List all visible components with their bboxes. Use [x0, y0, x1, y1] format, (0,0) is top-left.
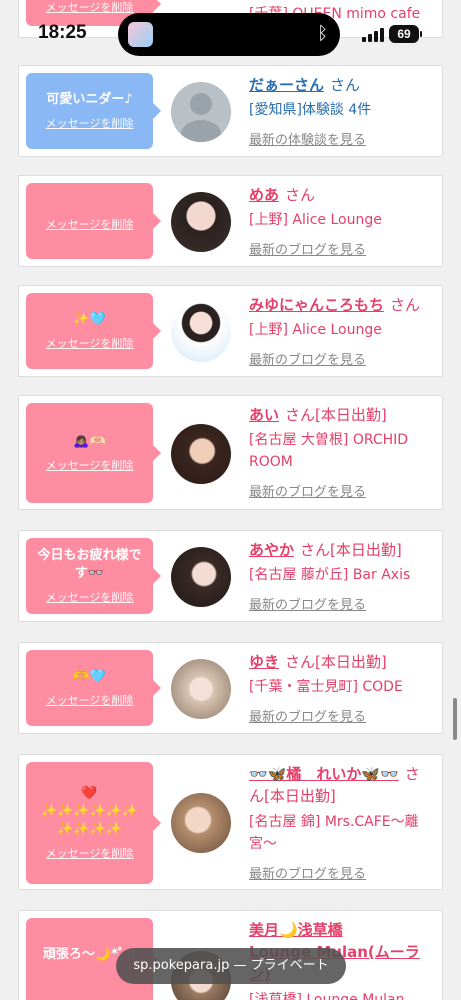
card-info: 👓🦋橘 れいか🦋👓 さん[本日出勤] [名古屋 錦] Mrs.CAFE〜離宮〜 最…	[249, 763, 434, 882]
message-bubble: 🙇🏽‍♀️🫶🏻 メッセージを削除	[26, 403, 161, 503]
avatar[interactable]	[171, 547, 231, 607]
user-name[interactable]: あやか	[249, 541, 294, 559]
card-info: みゆにゃんころもち さん [上野] Alice Lounge 最新のブログを見る	[249, 294, 434, 368]
battery-tip	[420, 31, 422, 37]
app-icon[interactable]	[128, 22, 153, 47]
message-text: 🙇🏽‍♀️🫶🏻	[73, 434, 106, 449]
card-item[interactable]: 可愛いニダー♪ メッセージを削除 だぁーさん さん [愛知県]体験談 4件 最新の…	[18, 65, 443, 157]
scroll-indicator[interactable]	[453, 698, 457, 740]
message-bubble: ✨🩵 メッセージを削除	[26, 293, 161, 369]
delete-message-link[interactable]: メッセージを削除	[46, 457, 134, 473]
signal-icon	[362, 28, 384, 42]
card-info: あい さん[本日出勤] [名古屋 大曽根] ORCHID ROOM 最新のブログを…	[249, 404, 434, 500]
latest-link[interactable]: 最新のブログを見る	[249, 349, 434, 368]
avatar[interactable]	[171, 659, 231, 719]
delete-message-link[interactable]: メッセージを削除	[46, 115, 134, 131]
name-suffix: さん	[330, 76, 361, 94]
delete-message-link[interactable]: メッセージを削除	[46, 335, 134, 351]
shop-name[interactable]: [名古屋 錦] Mrs.CAFE〜離宮〜	[249, 811, 434, 855]
user-name[interactable]: 👓🦋橘 れいか🦋👓	[249, 765, 399, 783]
card-info: めあ さん [上野] Alice Lounge 最新のブログを見る	[249, 184, 434, 258]
message-bubble: 可愛いニダー♪ メッセージを削除	[26, 73, 161, 149]
delete-message-link[interactable]: メッセージを削除	[46, 845, 134, 861]
url-text: sp.pokepara.jp	[133, 958, 230, 973]
name-suffix: さん[本日出勤]	[285, 406, 387, 424]
card-info: あやか さん[本日出勤] [名古屋 藤が丘] Bar Axis 最新のブログを見る	[249, 539, 434, 613]
delete-message-link[interactable]: メッセージを削除	[46, 216, 134, 232]
message-bubble: メッセージを削除	[26, 183, 161, 259]
battery-icon: 69	[389, 25, 419, 43]
latest-link[interactable]: 最新のブログを見る	[249, 863, 434, 882]
message-text: ❤️ ✨✨✨✨✨✨ ✨✨✨✨	[40, 786, 139, 837]
avatar[interactable]	[171, 82, 231, 142]
message-bubble: 🫶🩵 メッセージを削除	[26, 650, 161, 726]
shop-name[interactable]: [上野] Alice Lounge	[249, 319, 434, 341]
user-name[interactable]: だぁーさん	[249, 76, 324, 94]
shop-name[interactable]: [名古屋 大曽根] ORCHID ROOM	[249, 429, 434, 473]
latest-link[interactable]: 最新のブログを見る	[249, 481, 434, 500]
user-name[interactable]: みゆにゃんころもち	[249, 296, 384, 314]
card-info: だぁーさん さん [愛知県]体験談 4件 最新の体験談を見る	[249, 74, 434, 148]
private-mode-label: プライベート	[250, 958, 329, 973]
card-item[interactable]: 今日もお疲れ様です👓 メッセージを削除 あやか さん[本日出勤] [名古屋 藤が丘…	[18, 530, 443, 622]
avatar[interactable]	[171, 424, 231, 484]
delete-message-link[interactable]: メッセージを削除	[46, 589, 134, 605]
shop-name[interactable]: [名古屋 藤が丘] Bar Axis	[249, 564, 434, 586]
avatar[interactable]	[171, 192, 231, 252]
card-item[interactable]: ❤️ ✨✨✨✨✨✨ ✨✨✨✨ メッセージを削除 👓🦋橘 れいか🦋👓 さん[本日出勤…	[18, 754, 443, 890]
message-text: 🫶🩵	[73, 669, 106, 684]
latest-link[interactable]: 最新のブログを見る	[249, 594, 434, 613]
shop-name[interactable]: [上野] Alice Lounge	[249, 209, 434, 231]
shop-name[interactable]: [愛知県]体験談 4件	[249, 99, 434, 121]
user-name[interactable]: 美月🌙浅草橋	[249, 921, 343, 939]
shop-name[interactable]: [浅草橋] Lounge Mulan	[249, 989, 434, 1000]
name-suffix: さん	[285, 186, 316, 204]
message-bubble: ❤️ ✨✨✨✨✨✨ ✨✨✨✨ メッセージを削除	[26, 762, 161, 884]
url-separator: —	[233, 958, 251, 973]
message-text: ✨🩵	[73, 312, 106, 327]
dynamic-island[interactable]: ᛒ	[118, 13, 340, 56]
message-bubble: 今日もお疲れ様です👓 メッセージを削除	[26, 538, 161, 614]
user-name[interactable]: あい	[249, 406, 279, 424]
name-suffix: さん[本日出勤]	[285, 653, 387, 671]
clock: 18:25	[38, 22, 87, 43]
card-item[interactable]: 🫶🩵 メッセージを削除 ゆき さん[本日出勤] [千葉・富士見町] CODE 最新…	[18, 642, 443, 734]
latest-link[interactable]: 最新のブログを見る	[249, 239, 434, 258]
message-text: 可愛いニダー♪	[46, 92, 133, 107]
message-text: 今日もお疲れ様です👓	[37, 548, 142, 581]
name-suffix: さん	[390, 296, 421, 314]
user-name[interactable]: ゆき	[249, 653, 279, 671]
status-bar: 18:25 ᛒ 69	[0, 0, 461, 62]
card-item[interactable]: メッセージを削除 めあ さん [上野] Alice Lounge 最新のブログを見…	[18, 175, 443, 267]
bluetooth-icon: ᛒ	[317, 23, 328, 44]
shop-name[interactable]: [千葉・富士見町] CODE	[249, 676, 434, 698]
avatar[interactable]	[171, 302, 231, 362]
card-item[interactable]: 🙇🏽‍♀️🫶🏻 メッセージを削除 あい さん[本日出勤] [名古屋 大曽根] OR…	[18, 395, 443, 510]
card-item[interactable]: ✨🩵 メッセージを削除 みゆにゃんころもち さん [上野] Alice Loung…	[18, 285, 443, 377]
name-suffix: さん[本日出勤]	[300, 541, 402, 559]
no-photo-icon	[181, 93, 221, 142]
card-info: ゆき さん[本日出勤] [千葉・富士見町] CODE 最新のブログを見る	[249, 651, 434, 725]
latest-link[interactable]: 最新のブログを見る	[249, 706, 434, 725]
latest-link[interactable]: 最新の体験談を見る	[249, 129, 434, 148]
avatar[interactable]	[171, 793, 231, 853]
url-bar[interactable]: sp.pokepara.jp — プライベート	[116, 948, 346, 984]
delete-message-link[interactable]: メッセージを削除	[46, 692, 134, 708]
user-name[interactable]: めあ	[249, 186, 279, 204]
